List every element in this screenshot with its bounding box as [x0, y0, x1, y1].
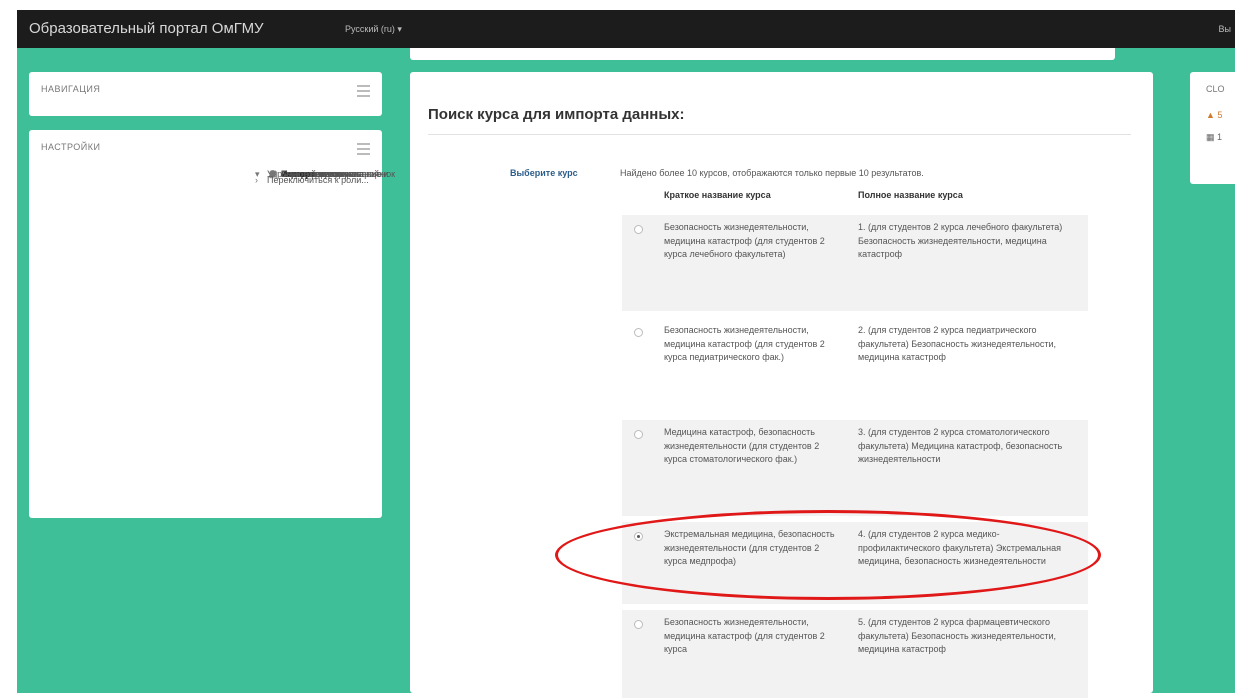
course-icon[interactable]: ▲ 5 — [1206, 110, 1222, 120]
course-row[interactable]: Безопасность жизнедеятельности, медицина… — [622, 318, 1088, 414]
site-brand-link[interactable]: Образовательный портал ОмГМУ — [29, 20, 264, 37]
page-title: Поиск курса для импорта данных: — [428, 106, 685, 123]
user-menu[interactable]: Вы — [1219, 24, 1231, 34]
course-radio[interactable] — [634, 430, 643, 439]
course-row[interactable]: Медицина катастроф, безопасность жизнеде… — [622, 420, 1088, 516]
right-block-title: CLO — [1206, 84, 1225, 94]
course-short-name: Безопасность жизнедеятельности, медицина… — [664, 325, 825, 362]
top-navbar: Образовательный портал ОмГМУ Русский (ru… — [17, 10, 1235, 48]
course-radio[interactable] — [634, 620, 643, 629]
course-radio[interactable] — [634, 225, 643, 234]
course-short-name: Безопасность жизнедеятельности, медицина… — [664, 617, 825, 654]
content-top-strip — [410, 48, 1115, 60]
course-short-name: Медицина катастроф, безопасность жизнеде… — [664, 427, 820, 464]
navigation-block: НАВИГАЦИЯ — [29, 72, 382, 116]
settings-title[interactable]: НАСТРОЙКИ — [41, 142, 101, 152]
highlight-ellipse — [555, 510, 1101, 600]
heading-divider — [428, 134, 1131, 135]
dock-block-icon[interactable] — [357, 143, 370, 155]
results-note: Найдено более 10 курсов, отображаются то… — [620, 168, 924, 178]
course-row[interactable]: Безопасность жизнедеятельности, медицина… — [622, 215, 1088, 311]
dock-block-icon[interactable] — [357, 85, 370, 97]
course-row[interactable]: Безопасность жизнедеятельности, медицина… — [622, 610, 1088, 698]
course-short-name: Безопасность жизнедеятельности, медицина… — [664, 222, 825, 259]
course-full-name: 5. (для студентов 2 курса фармацевтическ… — [858, 617, 1057, 654]
course-radio[interactable] — [634, 328, 643, 337]
column-header-short-name: Краткое название курса — [664, 190, 771, 200]
settings-block: НАСТРОЙКИ ▾ Управление курсом ✎ Режим реда… — [29, 130, 395, 518]
select-course-label: Выберите курс — [510, 168, 578, 178]
right-side-block: CLO ▲ 5 ▦ 1 — [1190, 72, 1235, 184]
course-full-name: 2. (для студентов 2 курса педиатрическог… — [858, 325, 1057, 362]
book-icon[interactable]: ▦ 1 — [1206, 132, 1222, 143]
language-menu[interactable]: Русский (ru) ▾ — [345, 24, 402, 35]
expand-icon: › — [255, 175, 258, 185]
main-content: Поиск курса для импорта данных: Выберите… — [410, 72, 1153, 698]
column-header-full-name: Полное название курса — [858, 190, 963, 200]
navigation-title[interactable]: НАВИГАЦИЯ — [41, 84, 100, 94]
course-full-name: 1. (для студентов 2 курса лечебного факу… — [858, 222, 1063, 259]
course-full-name: 3. (для студентов 2 курса стоматологичес… — [858, 427, 1063, 464]
